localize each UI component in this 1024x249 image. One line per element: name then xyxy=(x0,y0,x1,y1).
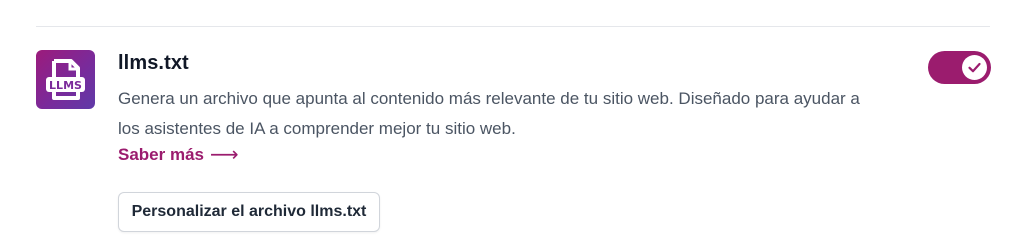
check-icon xyxy=(968,62,981,73)
learn-more-link[interactable]: Saber más ⟶ xyxy=(118,145,239,165)
feature-title: llms.txt xyxy=(118,52,189,74)
toggle-knob xyxy=(962,55,987,80)
feature-toggle[interactable] xyxy=(928,51,991,84)
llms-icon-text: LLMS xyxy=(49,79,82,92)
learn-more-label: Saber más xyxy=(118,145,204,164)
arrow-right-icon: ⟶ xyxy=(210,144,239,166)
customize-llms-button[interactable]: Personalizar el archivo llms.txt xyxy=(118,192,380,232)
llms-file-icon: LLMS xyxy=(36,50,95,109)
section-divider xyxy=(36,26,990,27)
feature-description: Genera un archivo que apunta al contenid… xyxy=(118,89,860,138)
